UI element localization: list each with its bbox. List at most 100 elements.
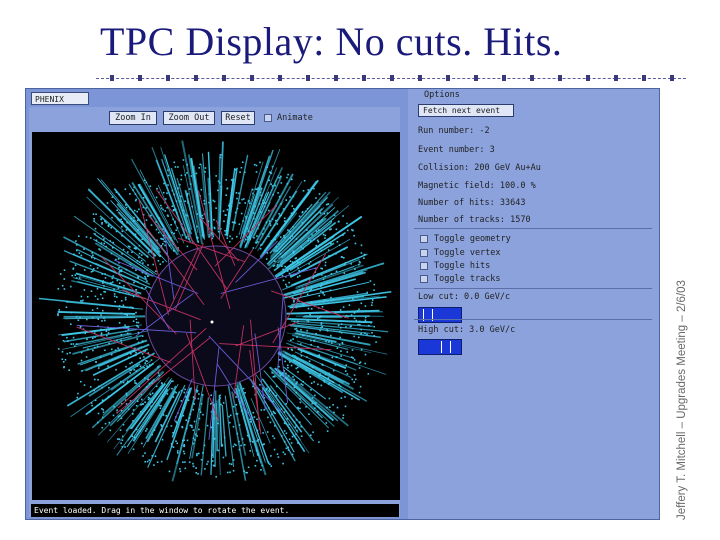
hit-point xyxy=(115,230,118,233)
toggle-hits-checkbox[interactable] xyxy=(420,262,428,270)
hit-point xyxy=(315,197,317,199)
hit-point xyxy=(353,234,355,237)
hit-point xyxy=(142,455,144,457)
high-cut-slider[interactable] xyxy=(418,339,462,355)
event-display-canvas[interactable] xyxy=(32,132,400,500)
hit-point xyxy=(248,199,250,202)
hit-point xyxy=(63,269,66,271)
hit-point xyxy=(72,336,75,339)
hit-point xyxy=(330,334,332,337)
hit-point xyxy=(104,273,106,275)
divider-dot xyxy=(642,75,646,81)
hit-point xyxy=(195,389,197,391)
hit-point xyxy=(282,462,284,465)
hit-point xyxy=(269,171,271,173)
high-cut-slider-handle[interactable] xyxy=(441,341,451,353)
animate-checkbox[interactable] xyxy=(264,114,272,122)
hit-point xyxy=(270,183,272,185)
hit-point xyxy=(279,372,281,375)
hit-point xyxy=(124,313,127,315)
hit-point xyxy=(89,386,92,388)
hit-point xyxy=(198,408,201,411)
hit-point xyxy=(70,343,72,345)
hit-point xyxy=(272,400,274,403)
hit-point xyxy=(308,372,311,374)
hit-point xyxy=(343,257,345,259)
zoom-out-button[interactable]: Zoom Out xyxy=(163,111,215,125)
hit-point xyxy=(252,192,254,195)
hit-point xyxy=(279,253,282,255)
low-cut-slider[interactable] xyxy=(418,307,462,323)
hit-point xyxy=(107,395,110,398)
hit-point xyxy=(89,237,92,239)
hit-point xyxy=(141,335,144,337)
hit-streak xyxy=(100,179,161,250)
hit-point xyxy=(343,272,346,274)
hit-point xyxy=(215,207,217,209)
hit-point xyxy=(149,239,152,242)
hit-point xyxy=(187,201,189,203)
hit-point xyxy=(220,154,222,156)
hit-point xyxy=(182,159,185,161)
hit-point xyxy=(255,449,258,452)
hit-point xyxy=(102,282,104,284)
hit-point xyxy=(272,435,274,437)
hit-point xyxy=(170,231,173,234)
hit-point xyxy=(373,283,376,286)
fetch-next-event-button[interactable]: Fetch next event xyxy=(418,104,514,117)
hit-point xyxy=(327,203,330,205)
hit-point xyxy=(324,373,327,376)
toggle-vertex-checkbox[interactable] xyxy=(420,249,428,257)
options-divider xyxy=(414,288,652,289)
hit-point xyxy=(202,452,204,454)
hit-point xyxy=(186,194,188,197)
hit-point xyxy=(291,435,294,438)
hit-point xyxy=(162,414,165,416)
hit-point xyxy=(139,357,141,359)
tab-phenix[interactable]: PHENIX xyxy=(31,92,89,105)
hit-point xyxy=(320,323,323,325)
reset-button[interactable]: Reset xyxy=(221,111,255,125)
hit-point xyxy=(158,404,161,407)
hit-point xyxy=(285,220,287,223)
hit-point xyxy=(247,466,250,469)
hit-point xyxy=(125,330,127,333)
hit-point xyxy=(245,215,247,218)
hit-point xyxy=(346,351,349,353)
hit-point xyxy=(242,387,245,390)
hit-point xyxy=(108,329,110,331)
hit-point xyxy=(192,437,195,440)
toggle-tracks-checkbox[interactable] xyxy=(420,275,428,283)
hit-point xyxy=(269,388,271,390)
hit-point xyxy=(140,259,143,262)
hit-point xyxy=(167,169,169,172)
hit-point xyxy=(366,291,368,294)
hit-point xyxy=(252,247,255,249)
hit-point xyxy=(131,435,133,437)
hit-point xyxy=(307,320,310,323)
zoom-in-button[interactable]: Zoom In xyxy=(109,111,157,125)
hit-point xyxy=(301,312,303,315)
toggle-geometry-checkbox[interactable] xyxy=(420,235,428,243)
hit-point xyxy=(286,285,288,288)
hit-point xyxy=(107,332,110,334)
hit-point xyxy=(78,277,81,279)
hit-point xyxy=(181,234,184,236)
hit-point xyxy=(126,221,128,224)
hit-point xyxy=(314,407,316,409)
hit-point xyxy=(157,231,160,234)
hit-point xyxy=(287,347,289,350)
hit-point xyxy=(117,347,119,349)
hit-point xyxy=(151,433,153,436)
hit-point xyxy=(180,195,182,198)
hit-point xyxy=(192,429,195,431)
hit-point xyxy=(111,196,114,198)
hit-point xyxy=(344,396,346,398)
hit-point xyxy=(284,265,286,268)
hit-point xyxy=(150,214,152,217)
hit-point xyxy=(296,429,298,432)
hit-point xyxy=(176,442,178,445)
hit-point xyxy=(259,191,262,194)
divider-dot xyxy=(250,75,254,81)
hit-point xyxy=(226,233,228,236)
